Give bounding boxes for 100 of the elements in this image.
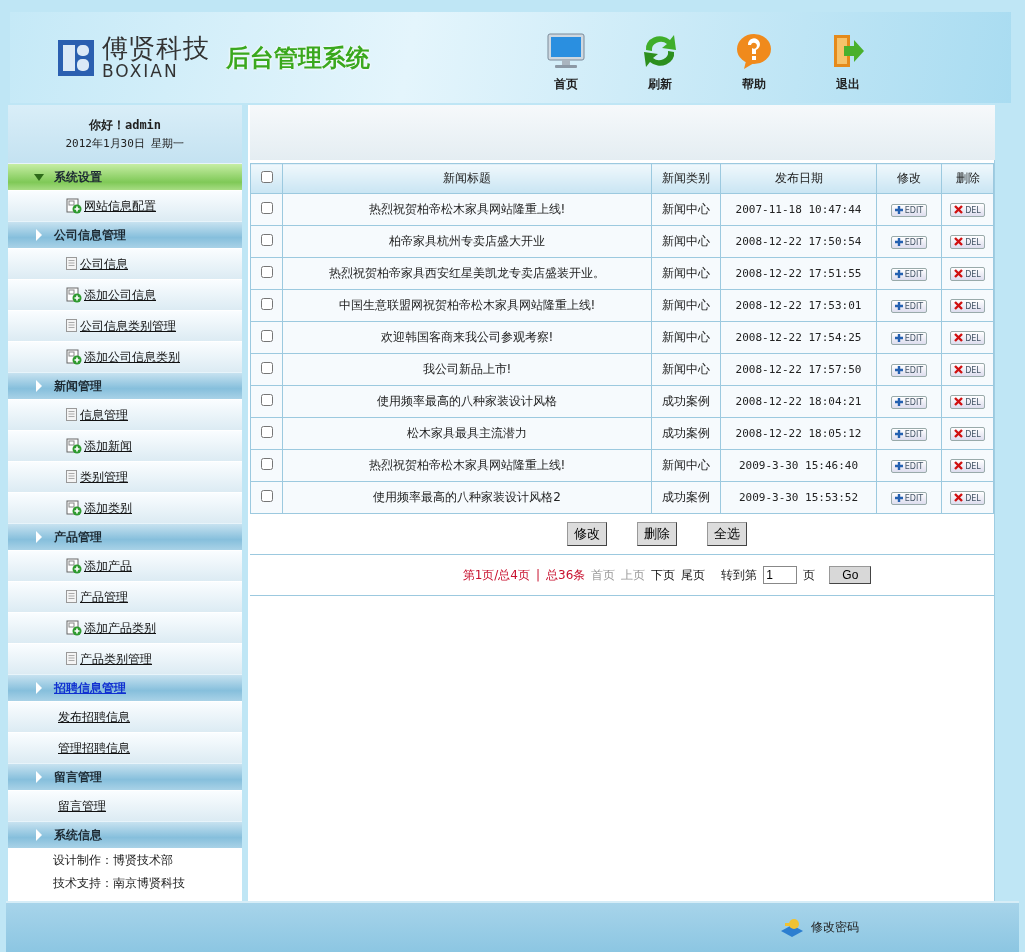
menu-item[interactable]: 发布招聘信息 xyxy=(8,701,242,732)
action-button[interactable]: 修改 xyxy=(567,522,607,546)
menu-item[interactable]: 产品类别管理 xyxy=(8,643,242,674)
table-cell: 热烈祝贺柏帝松木家具网站隆重上线! xyxy=(282,449,652,482)
action-button[interactable]: 删除 xyxy=(637,522,677,546)
table-cell: 新闻中心 xyxy=(651,321,721,354)
menu-group-label[interactable]: 产品管理 xyxy=(54,528,102,546)
plus-icon xyxy=(894,270,903,278)
edit-button[interactable]: EDIT xyxy=(890,236,928,249)
add-page-icon xyxy=(66,500,82,516)
delete-button[interactable]: DEL xyxy=(950,363,985,377)
plus-icon xyxy=(894,206,903,214)
menu-group-header[interactable]: 新闻管理 xyxy=(8,372,242,399)
table-cell: 2008-12-22 18:05:12 xyxy=(720,417,877,450)
row-checkbox[interactable] xyxy=(260,394,273,406)
table-cell: 柏帝家具杭州专卖店盛大开业 xyxy=(282,225,652,258)
delete-button[interactable]: DEL xyxy=(950,331,985,345)
row-checkbox[interactable] xyxy=(260,426,273,438)
menu-group-label[interactable]: 系统设置 xyxy=(54,168,102,186)
column-header: 发布日期 xyxy=(720,163,877,194)
row-checkbox[interactable] xyxy=(260,458,273,470)
plus-icon xyxy=(894,366,903,374)
table-cell: 2008-12-22 17:50:54 xyxy=(720,225,877,258)
nav-link[interactable]: 退出 xyxy=(824,32,872,93)
menu-group-header[interactable]: 招聘信息管理 xyxy=(8,674,242,701)
delete-button[interactable]: DEL xyxy=(950,235,985,249)
edit-button[interactable]: EDIT xyxy=(890,268,928,281)
close-icon xyxy=(954,237,964,246)
menu-group-header[interactable]: 系统信息 xyxy=(8,821,242,848)
nav-link[interactable]: 首页 xyxy=(542,32,590,93)
row-checkbox[interactable] xyxy=(260,362,273,374)
menu-item[interactable]: 添加公司信息类别 xyxy=(8,341,242,372)
plus-icon xyxy=(894,430,903,438)
table-cell: 2007-11-18 10:47:44 xyxy=(720,193,877,226)
menu-item[interactable]: 留言管理 xyxy=(8,790,242,821)
row-checkbox[interactable] xyxy=(260,266,273,278)
menu-group-label[interactable]: 系统信息 xyxy=(54,826,102,844)
close-icon xyxy=(954,365,964,374)
plus-icon xyxy=(894,334,903,342)
edit-button[interactable]: EDIT xyxy=(890,460,928,473)
menu-group-header[interactable]: 产品管理 xyxy=(8,523,242,550)
column-header: 修改 xyxy=(876,163,942,194)
menu-group-header[interactable]: 系统设置 xyxy=(8,163,242,190)
delete-button[interactable]: DEL xyxy=(950,299,985,313)
row-checkbox[interactable] xyxy=(260,490,273,502)
edit-button[interactable]: EDIT xyxy=(890,492,928,505)
delete-button[interactable]: DEL xyxy=(950,459,985,473)
menu-item[interactable]: 添加新闻 xyxy=(8,430,242,461)
menu-item[interactable]: 添加公司信息 xyxy=(8,279,242,310)
menu-item[interactable]: 网站信息配置 xyxy=(8,190,242,221)
menu-group-header[interactable]: 公司信息管理 xyxy=(8,221,242,248)
menu-item[interactable]: 产品管理 xyxy=(8,581,242,612)
menu-item[interactable]: 公司信息 xyxy=(8,248,242,279)
row-checkbox[interactable] xyxy=(260,202,273,214)
menu-item[interactable]: 类别管理 xyxy=(8,461,242,492)
row-checkbox[interactable] xyxy=(260,330,273,342)
menu-group-label[interactable]: 新闻管理 xyxy=(54,377,102,395)
menu-group-label[interactable]: 留言管理 xyxy=(54,768,102,786)
menu-item[interactable]: 添加产品类别 xyxy=(8,612,242,643)
nav-link[interactable]: 帮助 xyxy=(730,32,778,93)
page-number-field[interactable]: 1 xyxy=(763,566,798,584)
edit-button[interactable]: EDIT xyxy=(890,428,928,441)
delete-button[interactable]: DEL xyxy=(950,427,985,441)
menu-item[interactable]: 添加产品 xyxy=(8,550,242,581)
row-checkbox[interactable] xyxy=(260,234,273,246)
close-icon xyxy=(954,301,964,310)
collapsed-arrow-icon xyxy=(36,829,42,841)
edit-button[interactable]: EDIT xyxy=(890,396,928,409)
action-button[interactable]: 全选 xyxy=(707,522,747,546)
table-cell: 使用频率最高的八种家装设计风格 xyxy=(282,385,652,418)
page-link[interactable]: 尾页 xyxy=(681,566,706,584)
menu-group-label[interactable]: 招聘信息管理 xyxy=(54,679,126,697)
menu-item[interactable]: 管理招聘信息 xyxy=(8,732,242,763)
goto-label: 转到第 xyxy=(721,566,758,584)
table-cell: 热烈祝贺柏帝家具西安红星美凯龙专卖店盛装开业。 xyxy=(282,257,652,290)
row-checkbox[interactable] xyxy=(260,298,273,310)
collapsed-arrow-icon xyxy=(36,771,42,783)
page-link[interactable]: 下页 xyxy=(651,566,676,584)
edit-button[interactable]: EDIT xyxy=(890,204,928,217)
delete-button[interactable]: DEL xyxy=(950,491,985,505)
menu-group-label[interactable]: 公司信息管理 xyxy=(54,226,126,244)
menu-item[interactable]: 添加类别 xyxy=(8,492,242,523)
delete-button[interactable]: DEL xyxy=(950,267,985,281)
nav-link[interactable]: 刷新 xyxy=(636,32,684,93)
menu-item[interactable]: 公司信息类别管理 xyxy=(8,310,242,341)
delete-button[interactable]: DEL xyxy=(950,395,985,409)
change-password-link[interactable]: 修改密码 xyxy=(779,916,859,939)
close-icon xyxy=(954,333,964,342)
edit-button[interactable]: EDIT xyxy=(890,300,928,313)
edit-button[interactable]: EDIT xyxy=(890,364,928,377)
go-button[interactable]: Go xyxy=(829,566,872,584)
collapsed-arrow-icon xyxy=(36,229,42,241)
delete-button[interactable]: DEL xyxy=(950,203,985,217)
menu-group-header[interactable]: 留言管理 xyxy=(8,763,242,790)
edit-button[interactable]: EDIT xyxy=(890,332,928,345)
menu-item[interactable]: 信息管理 xyxy=(8,399,242,430)
table-cell: 2009-3-30 15:46:40 xyxy=(720,449,877,482)
table-cell: 新闻中心 xyxy=(651,257,721,290)
select-all-checkbox[interactable] xyxy=(260,171,273,183)
table-cell: 2008-12-22 17:54:25 xyxy=(720,321,877,354)
